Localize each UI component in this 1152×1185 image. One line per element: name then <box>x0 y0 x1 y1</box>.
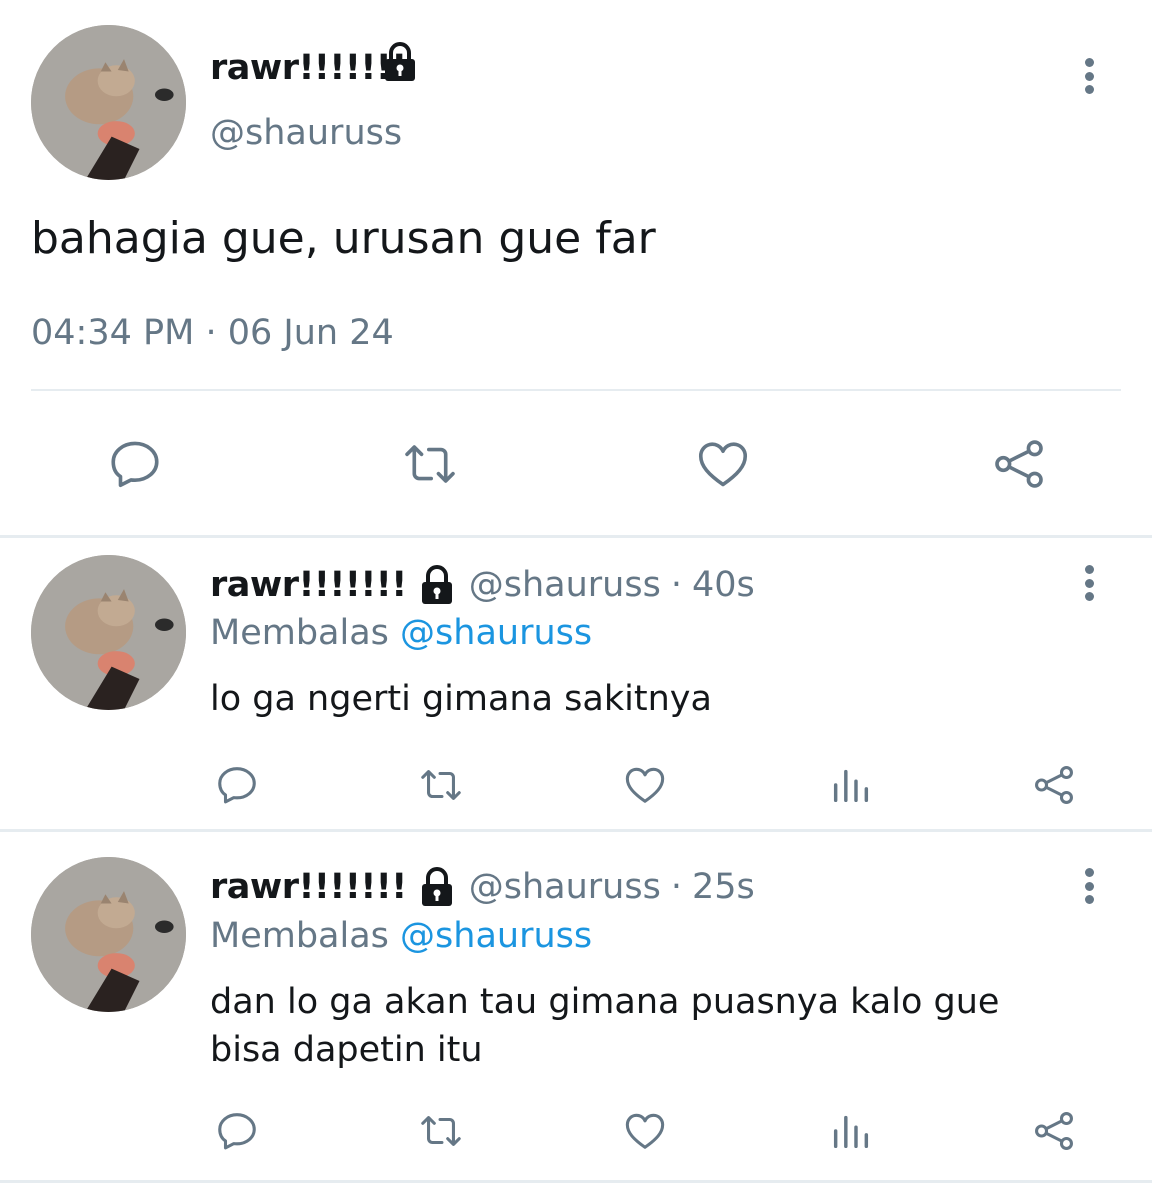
reply-age: 25s <box>691 867 755 907</box>
divider <box>0 1180 1152 1183</box>
divider <box>0 535 1152 538</box>
reply-icon[interactable] <box>100 432 170 496</box>
handle[interactable]: @shauruss <box>469 565 661 605</box>
replying-prefix: Membalas <box>210 613 389 653</box>
replying-prefix: Membalas <box>210 916 389 956</box>
avatar[interactable] <box>31 857 186 1012</box>
retweet-icon[interactable] <box>414 760 468 810</box>
like-icon[interactable] <box>618 1106 672 1156</box>
share-icon[interactable] <box>984 432 1054 496</box>
avatar[interactable] <box>31 25 186 180</box>
share-icon[interactable] <box>1027 1106 1081 1156</box>
cat-avatar-image <box>31 25 186 180</box>
reply-text-line: bisa dapetin itu <box>210 1030 483 1070</box>
avatar[interactable] <box>31 555 186 710</box>
display-name[interactable]: rawr!!!!!!! <box>210 43 407 93</box>
more-options-icon[interactable] <box>1083 868 1095 904</box>
reply-icon[interactable] <box>210 760 264 810</box>
reply-header: rawr!!!!!!! @shauruss · 40s <box>210 560 755 610</box>
divider <box>31 389 1121 391</box>
divider <box>0 829 1152 832</box>
separator: · <box>205 313 217 353</box>
replying-to: Membalas @shauruss <box>210 913 592 959</box>
reply-text-line: dan lo ga akan tau gimana puasnya kalo g… <box>210 982 1000 1022</box>
reply-icon[interactable] <box>210 1106 264 1156</box>
lock-icon <box>380 40 420 84</box>
replying-to-link[interactable]: @shauruss <box>400 916 592 956</box>
lock-icon <box>417 563 457 607</box>
more-options-icon[interactable] <box>1083 565 1095 601</box>
tweet-text: bahagia gue, urusan gue far <box>31 213 656 264</box>
handle[interactable]: @shauruss <box>469 867 661 907</box>
separator: · <box>670 867 682 907</box>
like-icon[interactable] <box>618 760 672 810</box>
cat-avatar-image <box>31 555 186 710</box>
more-options-icon[interactable] <box>1083 58 1095 94</box>
analytics-icon[interactable] <box>824 1106 878 1156</box>
lock-icon <box>417 865 457 909</box>
display-name[interactable]: rawr!!!!!!! <box>210 867 407 907</box>
cat-avatar-image <box>31 857 186 1012</box>
analytics-icon[interactable] <box>824 760 878 810</box>
reply-age: 40s <box>691 565 755 605</box>
retweet-icon[interactable] <box>395 432 465 496</box>
tweet-time: 04:34 PM <box>31 313 195 353</box>
retweet-icon[interactable] <box>414 1106 468 1156</box>
replying-to-link[interactable]: @shauruss <box>400 613 592 653</box>
reply-header: rawr!!!!!!! @shauruss · 25s <box>210 862 755 912</box>
separator: · <box>670 565 682 605</box>
handle[interactable]: @shauruss <box>210 110 402 156</box>
tweet-timestamp: 04:34 PM · 06 Jun 24 <box>31 310 394 356</box>
tweet-date: 06 Jun 24 <box>227 313 394 353</box>
reply-text: dan lo ga akan tau gimana puasnya kalo g… <box>210 978 999 1074</box>
share-icon[interactable] <box>1027 760 1081 810</box>
replying-to: Membalas @shauruss <box>210 610 592 656</box>
display-name[interactable]: rawr!!!!!!! <box>210 565 407 605</box>
like-icon[interactable] <box>688 432 758 496</box>
reply-text: lo ga ngerti gimana sakitnya <box>210 679 712 719</box>
